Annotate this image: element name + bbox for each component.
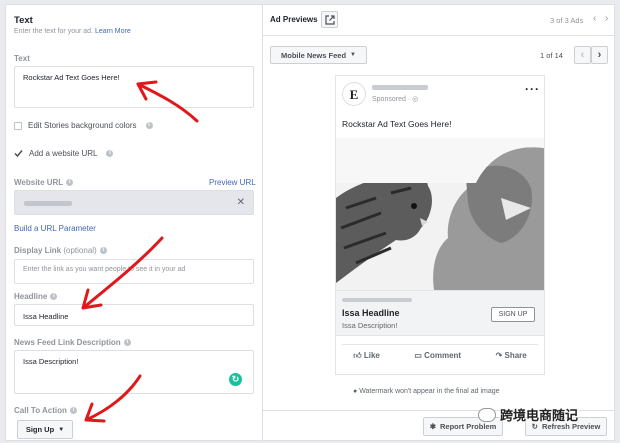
annotation-arrows bbox=[81, 80, 199, 423]
arrow-to-headline bbox=[81, 236, 164, 310]
arrow-to-text bbox=[136, 80, 199, 123]
arrow-to-cta bbox=[84, 374, 142, 423]
